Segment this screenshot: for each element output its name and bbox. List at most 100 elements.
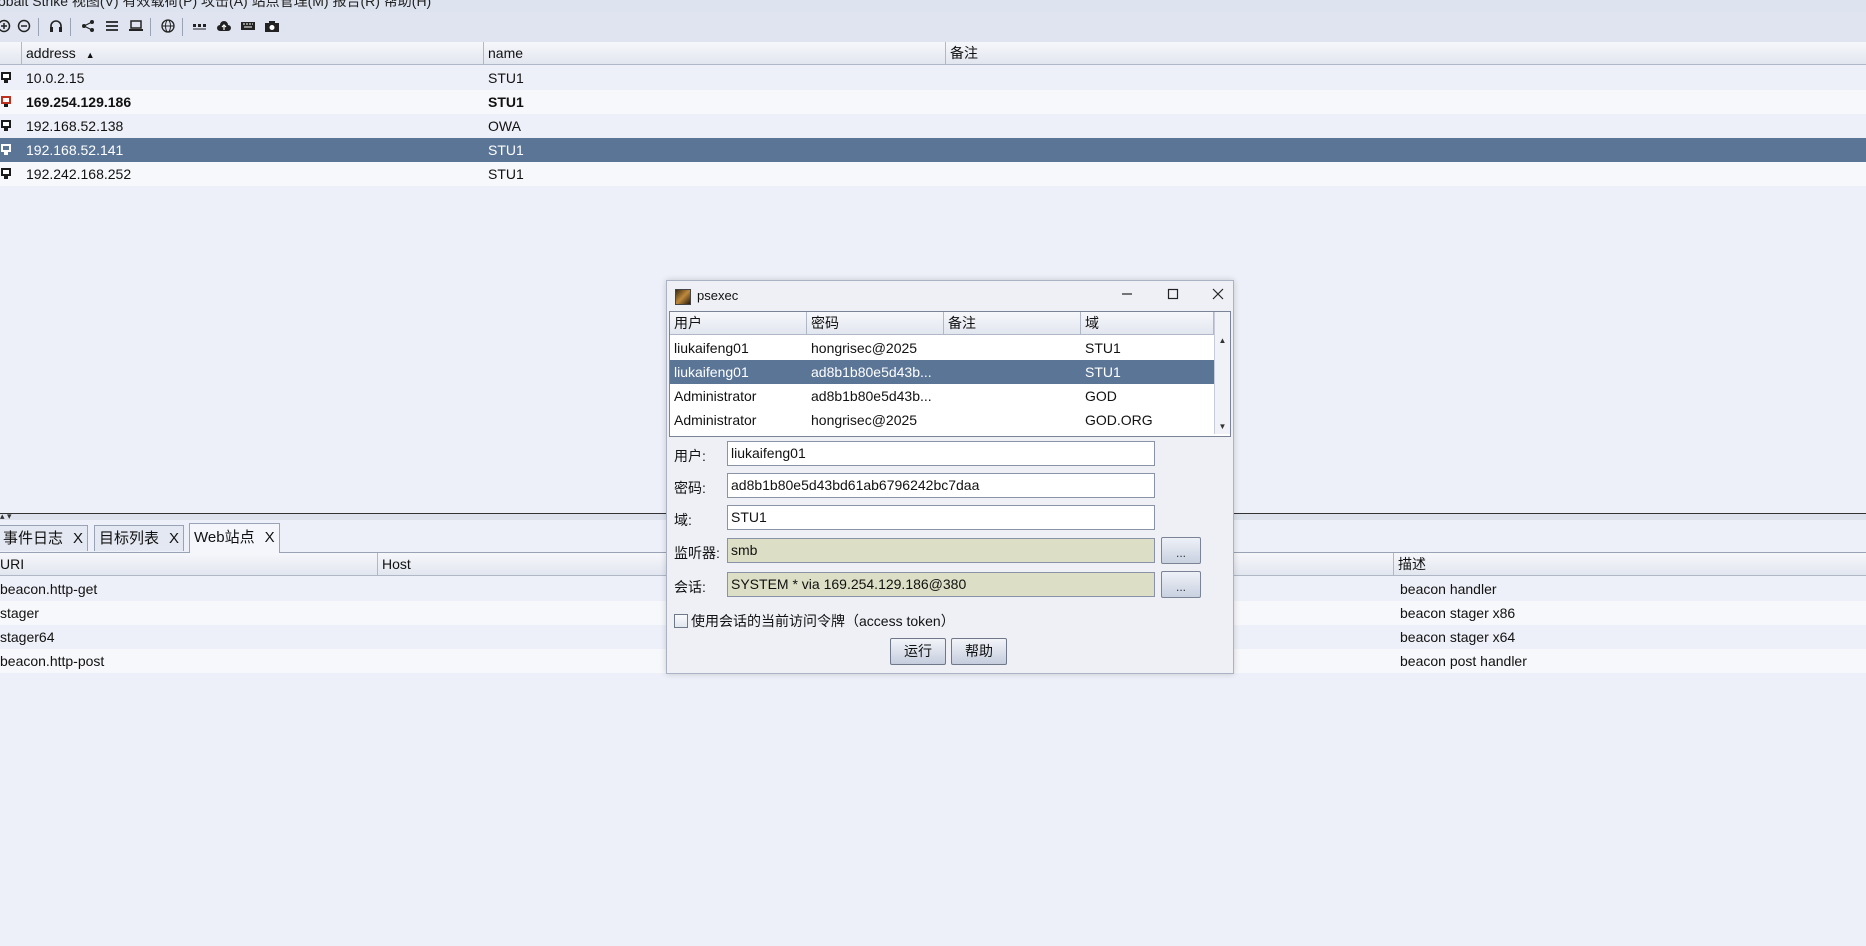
column-header-domain[interactable]: 域	[1081, 312, 1214, 334]
tab-target-list[interactable]: 目标列表 X	[94, 525, 185, 551]
domain-label: 域:	[674, 512, 692, 528]
monitor-icon	[1, 144, 11, 155]
cred-user: liukaifeng01	[674, 364, 749, 380]
site-description: beacon handler	[1400, 581, 1497, 597]
credential-row[interactable]: liukaifeng01 hongrisec@2025 STU1	[670, 336, 1214, 360]
credentials-header: 用户 密码 备注 域	[670, 312, 1214, 335]
access-token-checkbox[interactable]	[674, 614, 688, 628]
cred-domain: GOD.ORG	[1085, 412, 1153, 428]
menu-bar: obalt Strike 视图(V) 有效载荷(P) 攻击(A) 站点管理(M)…	[0, 0, 1866, 12]
monitor-icon	[1, 72, 11, 83]
tab-close-icon[interactable]: X	[169, 530, 179, 547]
target-row[interactable]: 10.0.2.15 STU1	[0, 66, 1866, 90]
monitor-icon	[1, 168, 11, 179]
target-address: 192.168.52.141	[26, 142, 124, 158]
tab-close-icon[interactable]: X	[73, 530, 83, 547]
credential-row[interactable]: Administrator ad8b1b80e5d43b... GOD	[670, 384, 1214, 408]
tab-close-icon[interactable]: X	[265, 529, 275, 546]
site-uri: stager	[0, 605, 39, 621]
listener-field[interactable]: smb	[727, 538, 1155, 563]
listener-label: 监听器:	[674, 545, 720, 561]
minus-circle-icon[interactable]	[16, 18, 32, 34]
password-label: 密码:	[674, 480, 706, 496]
column-header-uri[interactable]: URI	[0, 553, 378, 575]
menu-text[interactable]: obalt Strike 视图(V) 有效载荷(P) 攻击(A) 站点管理(M)…	[0, 0, 431, 11]
access-token-label[interactable]: 使用会话的当前访问令牌（access token）	[691, 611, 955, 631]
help-button[interactable]: 帮助	[951, 638, 1007, 665]
listener-browse-button[interactable]: ...	[1161, 537, 1201, 564]
target-address: 192.242.168.252	[26, 166, 132, 182]
column-header-user[interactable]: 用户	[670, 312, 807, 334]
minimize-icon[interactable]	[1115, 285, 1139, 307]
target-name: STU1	[488, 142, 524, 158]
column-header-note[interactable]: 备注	[946, 42, 1866, 64]
toolbar	[0, 12, 1866, 43]
site-description: beacon post handler	[1400, 653, 1527, 669]
tab-web-sites[interactable]: Web站点 X	[189, 523, 280, 553]
plus-circle-icon[interactable]	[0, 18, 12, 34]
maximize-icon[interactable]	[1161, 285, 1185, 307]
target-name: STU1	[488, 166, 524, 182]
target-row[interactable]: 192.242.168.252 STU1	[0, 162, 1866, 186]
credentials-table: 用户 密码 备注 域 liukaifeng01 hongrisec@2025 S…	[669, 311, 1231, 437]
list-icon[interactable]	[104, 18, 120, 34]
user-label: 用户:	[674, 448, 706, 464]
tab-event-log[interactable]: 事件日志 X	[0, 525, 89, 551]
camera-icon[interactable]	[264, 18, 280, 34]
credential-row-selected[interactable]: liukaifeng01 ad8b1b80e5d43b... STU1	[670, 360, 1214, 384]
cred-user: Administrator	[674, 388, 757, 404]
cred-domain: STU1	[1085, 340, 1121, 356]
dots-icon[interactable]	[192, 18, 208, 34]
keyboard-icon[interactable]	[240, 18, 256, 34]
cred-password: ad8b1b80e5d43b...	[811, 364, 932, 380]
domain-field[interactable]: STU1	[727, 505, 1155, 530]
session-field[interactable]: SYSTEM * via 169.254.129.186@380	[727, 572, 1155, 597]
toolbar-separator	[38, 18, 39, 36]
cred-password: ad8b1b80e5d43b...	[811, 388, 932, 404]
target-name: OWA	[488, 118, 521, 134]
run-button[interactable]: 运行	[890, 638, 946, 665]
session-browse-button[interactable]: ...	[1161, 571, 1201, 598]
targets-header: address ▲ name 备注	[0, 42, 1866, 65]
target-address: 169.254.129.186	[26, 94, 132, 110]
globe-icon[interactable]	[160, 18, 176, 34]
dialog-title: psexec	[697, 288, 739, 303]
session-label: 会话:	[674, 579, 706, 595]
column-header-address[interactable]: address ▲	[22, 42, 484, 64]
column-header-note[interactable]: 备注	[944, 312, 1081, 334]
share-icon[interactable]	[80, 18, 96, 34]
column-header-name[interactable]: name	[484, 42, 946, 64]
site-description: beacon stager x64	[1400, 629, 1516, 645]
credential-row[interactable]: Administrator hongrisec@2025 GOD.ORG	[670, 408, 1214, 432]
icon-column-header[interactable]	[0, 42, 22, 64]
column-header-password[interactable]: 密码	[807, 312, 944, 334]
monitor-icon	[1, 120, 11, 131]
site-uri: beacon.http-get	[0, 581, 98, 597]
close-icon[interactable]	[1206, 285, 1230, 307]
headphones-icon[interactable]	[48, 18, 64, 34]
password-field[interactable]: ad8b1b80e5d43bd61ab6796242bc7daa	[727, 473, 1155, 498]
target-row[interactable]: 169.254.129.186 STU1	[0, 90, 1866, 114]
scroll-down-icon[interactable]: ▼	[1215, 420, 1230, 434]
target-row[interactable]: 192.168.52.138 OWA	[0, 114, 1866, 138]
cred-password: hongrisec@2025	[811, 340, 918, 356]
scroll-up-icon[interactable]: ▲	[1215, 334, 1230, 348]
laptop-icon[interactable]	[128, 18, 144, 34]
target-address: 192.168.52.138	[26, 118, 124, 134]
target-row-selected[interactable]: 192.168.52.141 STU1	[0, 138, 1866, 162]
toolbar-separator	[70, 18, 71, 36]
site-description: beacon stager x86	[1400, 605, 1516, 621]
site-uri: beacon.http-post	[0, 653, 105, 669]
toolbar-separator	[150, 18, 151, 36]
sort-ascending-icon: ▲	[85, 50, 95, 60]
user-field[interactable]: liukaifeng01	[727, 441, 1155, 466]
target-name: STU1	[488, 94, 524, 110]
vertical-scrollbar[interactable]: ▲ ▼	[1214, 312, 1230, 434]
cloud-icon[interactable]	[216, 18, 232, 34]
column-header-description[interactable]: 描述	[1394, 553, 1866, 575]
site-uri: stager64	[0, 629, 55, 645]
cred-domain: STU1	[1085, 364, 1121, 380]
cred-user: Administrator	[674, 412, 757, 428]
cred-domain: GOD	[1085, 388, 1117, 404]
dialog-titlebar[interactable]: psexec	[667, 281, 1233, 311]
